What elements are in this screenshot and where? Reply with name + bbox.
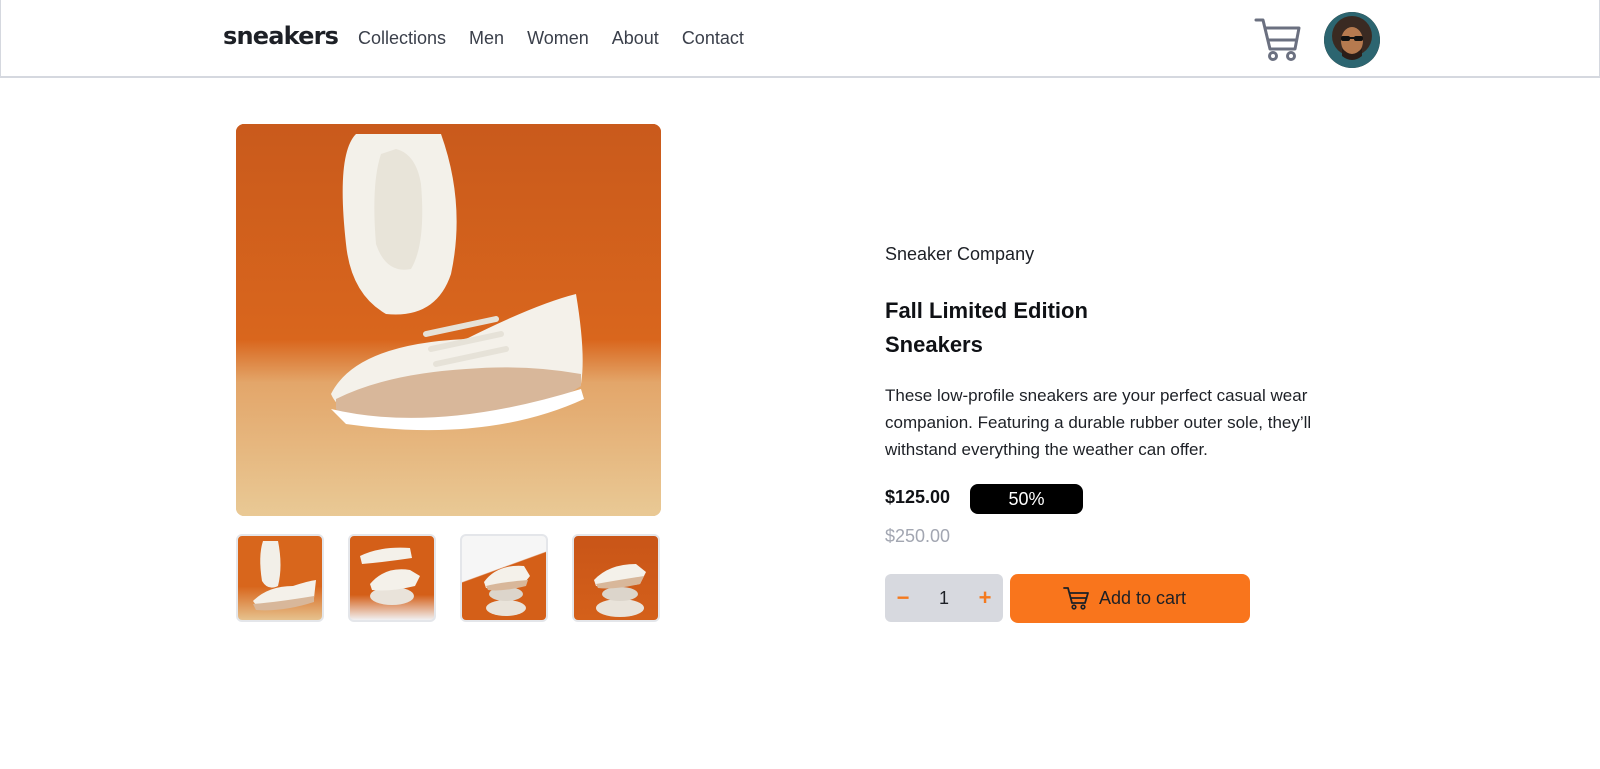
sneaker-image bbox=[236, 124, 661, 516]
product-title-line2: Sneakers bbox=[885, 332, 983, 357]
quantity-stepper: − 1 + bbox=[885, 574, 1003, 622]
avatar[interactable] bbox=[1324, 12, 1380, 68]
thumbnail-image bbox=[253, 541, 316, 611]
site-header: sneakers Collections Men Women About Con… bbox=[0, 0, 1600, 78]
nav-contact[interactable]: Contact bbox=[682, 28, 744, 49]
thumbnail-image bbox=[484, 565, 530, 616]
add-to-cart-label: Add to cart bbox=[1099, 588, 1187, 608]
discount-badge: 50% bbox=[970, 484, 1083, 514]
nav-men[interactable]: Men bbox=[469, 28, 504, 49]
add-to-cart-button[interactable]: Add to cart bbox=[1010, 574, 1250, 623]
thumbnail-image bbox=[360, 547, 420, 605]
product-main-image[interactable] bbox=[236, 124, 661, 516]
quantity-value: 1 bbox=[938, 588, 949, 608]
cart-icon bbox=[1254, 18, 1301, 61]
product-title: Fall Limited Edition Sneakers bbox=[885, 294, 1185, 362]
avatar-image bbox=[1324, 12, 1380, 68]
thumbnail-3[interactable] bbox=[460, 534, 548, 622]
cart-icon bbox=[1063, 587, 1089, 610]
nav-about[interactable]: About bbox=[612, 28, 659, 49]
increment-button[interactable]: + bbox=[969, 574, 1001, 622]
product-title-line1: Fall Limited Edition bbox=[885, 298, 1088, 323]
company-name: Sneaker Company bbox=[885, 244, 1035, 264]
thumbnail-2[interactable] bbox=[348, 534, 436, 622]
nav-women[interactable]: Women bbox=[527, 28, 589, 49]
original-price: $250.00 bbox=[885, 526, 951, 546]
thumbnail-1[interactable] bbox=[236, 534, 324, 622]
cart-button[interactable] bbox=[1253, 14, 1303, 64]
main-nav: Collections Men Women About Contact bbox=[358, 28, 744, 49]
thumbnail-strip bbox=[236, 534, 661, 622]
nav-collections[interactable]: Collections bbox=[358, 28, 446, 49]
thumbnail-4[interactable] bbox=[572, 534, 660, 622]
logo[interactable]: sneakers bbox=[223, 22, 339, 50]
current-price: $125.00 bbox=[885, 487, 951, 507]
decrement-button[interactable]: − bbox=[887, 574, 919, 622]
thumbnail-image bbox=[594, 564, 646, 617]
product-description: These low-profile sneakers are your perf… bbox=[885, 386, 1312, 459]
